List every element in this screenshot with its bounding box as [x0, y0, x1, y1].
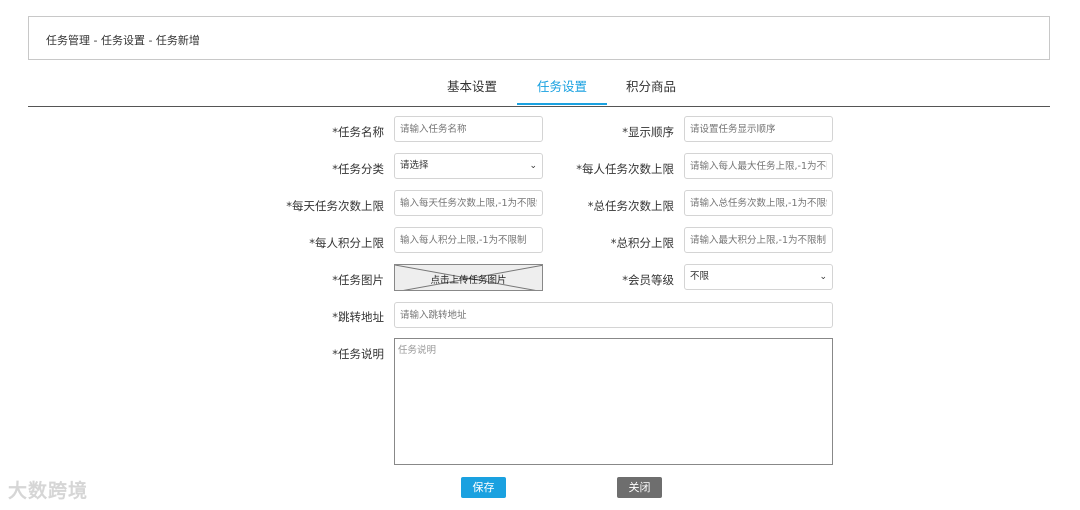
breadcrumb-text: 任务管理 - 任务设置 - 任务新增	[46, 34, 200, 47]
task-category-select[interactable]: 请选择 ⌄	[394, 153, 543, 179]
total-points-limit-label: *总积分上限	[610, 236, 674, 250]
task-description-label: *任务说明	[332, 347, 384, 361]
chevron-down-icon: ⌄	[819, 272, 827, 282]
display-order-label: *显示顺序	[622, 125, 674, 139]
watermark-text: 大数跨境	[8, 480, 89, 502]
member-level-select[interactable]: 不限 ⌄	[684, 264, 833, 290]
tab-basic-settings[interactable]: 基本设置	[447, 76, 497, 95]
task-image-upload-text: 点击上传任务图片	[430, 275, 507, 286]
tab-bar: 基本设置 任务设置 积分商品	[28, 64, 1050, 107]
total-task-limit-label: *总任务次数上限	[587, 199, 674, 213]
watermark-logo: 大数跨境	[8, 476, 88, 503]
member-level-label: *会员等级	[622, 273, 674, 287]
total-points-limit-input[interactable]	[684, 227, 833, 253]
task-category-label: *任务分类	[332, 162, 384, 176]
tab-points-products[interactable]: 积分商品	[626, 76, 676, 95]
close-button[interactable]: 关闭	[617, 477, 662, 498]
display-order-input[interactable]	[684, 116, 833, 142]
task-description-textarea[interactable]	[394, 338, 833, 465]
daily-task-limit-label: *每天任务次数上限	[286, 199, 384, 213]
active-tab-indicator	[517, 103, 607, 105]
per-person-points-limit-label: *每人积分上限	[309, 236, 384, 250]
task-name-input[interactable]	[394, 116, 543, 142]
task-image-upload[interactable]: 点击上传任务图片	[394, 264, 543, 291]
task-image-label: *任务图片	[332, 273, 384, 287]
per-person-task-limit-input[interactable]	[684, 153, 833, 179]
task-name-label: *任务名称	[332, 125, 384, 139]
member-level-value: 不限	[690, 271, 710, 282]
per-person-points-limit-input[interactable]	[394, 227, 543, 253]
breadcrumb: 任务管理 - 任务设置 - 任务新增	[28, 16, 1050, 60]
task-category-value: 请选择	[400, 160, 429, 171]
redirect-url-label: *跳转地址	[332, 310, 384, 324]
save-button[interactable]: 保存	[461, 477, 506, 498]
tab-task-settings[interactable]: 任务设置	[537, 76, 587, 95]
daily-task-limit-input[interactable]	[394, 190, 543, 216]
total-task-limit-input[interactable]	[684, 190, 833, 216]
redirect-url-input[interactable]	[394, 302, 833, 328]
per-person-task-limit-label: *每人任务次数上限	[576, 162, 674, 176]
